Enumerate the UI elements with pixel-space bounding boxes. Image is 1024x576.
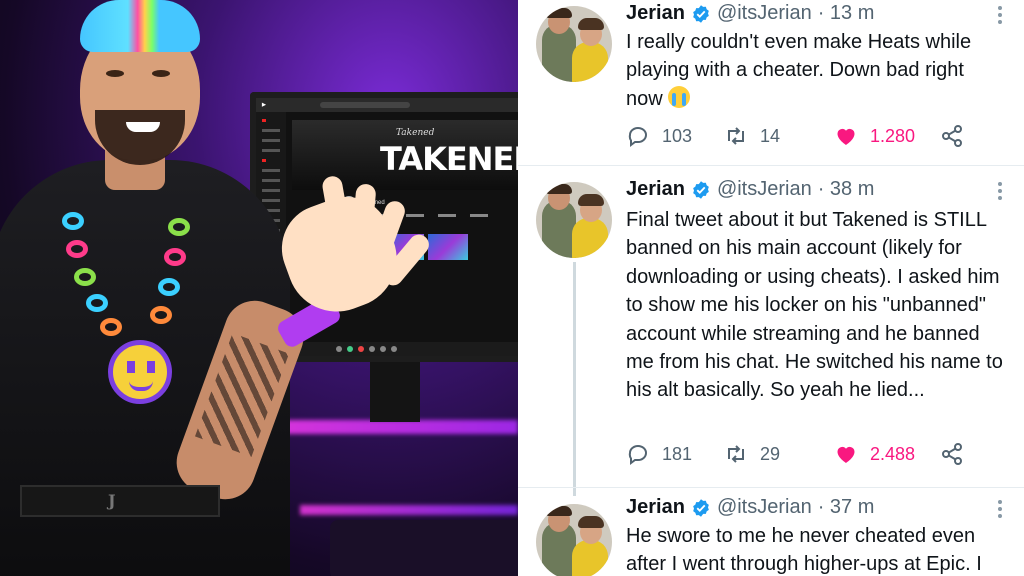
more-options-icon[interactable] [998,6,1002,27]
handle[interactable]: @itsJerian [717,2,812,25]
share-icon [942,125,962,147]
banner-title: TAKENED [380,140,518,178]
more-options-icon[interactable] [998,500,1002,521]
verified-badge-icon [693,4,709,23]
chain-link [62,212,84,230]
timestamp[interactable]: · 37 m [818,496,875,519]
belt: J [20,485,220,517]
retweet-count: 29 [760,443,781,464]
banner-script-text: Takened [396,128,435,138]
heart-icon [837,446,855,463]
retweet-count: 14 [760,125,781,146]
share-button[interactable] [940,442,976,466]
monitor-stand [370,362,420,422]
tweet-actions: 181 29 2.488 [626,442,976,466]
share-icon [942,443,962,465]
reply-count: 103 [662,125,693,146]
tweet-header: Jerian @itsJerian · 13 m [626,2,874,25]
chain-link [66,240,88,258]
heart-icon [837,128,855,145]
reply-icon [628,127,647,147]
timestamp[interactable]: · 13 m [818,2,875,25]
avatar[interactable] [536,182,612,258]
chain-link [158,278,180,296]
retweet-icon [728,445,744,463]
reply-icon [628,445,647,465]
reply-button[interactable]: 181 [626,442,724,466]
handle[interactable]: @itsJerian [717,496,812,519]
tweet-header: Jerian @itsJerian · 38 m [626,178,874,201]
artwork-panel: ▶ Takened TAKENED Takened [0,0,518,576]
character-eye [106,70,124,77]
like-button[interactable]: 1.280 [834,124,940,148]
retweet-icon [728,127,744,145]
address-bar [319,102,410,108]
character-eye [152,70,170,77]
like-count: 1.280 [870,125,916,146]
tweet-text: I really couldn't even make Heats while … [626,28,1006,113]
loudly-crying-face-icon [668,85,691,108]
gaming-chair [330,520,518,576]
tweet-feed[interactable]: Jerian @itsJerian · 13 m I really couldn… [518,0,1024,576]
reply-count: 181 [662,443,693,464]
youtube-logo-icon: ▶ [262,102,266,108]
chain-link [168,218,190,236]
tweet-actions: 103 14 1.280 [626,124,976,148]
character-hair [80,0,200,52]
verified-badge-icon [693,180,709,199]
like-button[interactable]: 2.488 [834,442,940,466]
character-mouth [126,122,160,132]
display-name[interactable]: Jerian [626,178,685,201]
chain-link [100,318,122,336]
chain-link [164,248,186,266]
chain-link [74,268,96,286]
tweet-text: Final tweet about it but Takened is STIL… [626,209,1003,402]
handle[interactable]: @itsJerian [717,178,812,201]
avatar[interactable] [536,6,612,82]
retweet-button[interactable]: 29 [724,442,834,466]
neon-light [300,505,518,515]
browser-bar: ▶ [256,98,518,112]
tweet[interactable]: Jerian @itsJerian · 38 m Final tweet abo… [518,166,1024,488]
timestamp[interactable]: · 38 m [818,178,875,201]
chain-link [86,294,108,312]
tweet[interactable]: Jerian @itsJerian · 37 m He swore to me … [518,488,1024,576]
more-options-icon[interactable] [998,182,1002,203]
display-name[interactable]: Jerian [626,2,685,25]
tweet-text: He swore to me he never cheated even aft… [626,525,982,576]
chain-link [150,306,172,324]
belt-text: J [108,491,116,510]
retweet-button[interactable]: 14 [724,124,834,148]
share-button[interactable] [940,124,976,148]
reply-button[interactable]: 103 [626,124,724,148]
tweet[interactable]: Jerian @itsJerian · 13 m I really couldn… [518,0,1024,166]
like-count: 2.488 [870,443,916,464]
verified-badge-icon [693,498,709,517]
tweet-header: Jerian @itsJerian · 37 m [626,496,874,519]
avatar[interactable] [536,504,612,576]
display-name[interactable]: Jerian [626,496,685,519]
smiley-pendant-icon [108,340,172,404]
